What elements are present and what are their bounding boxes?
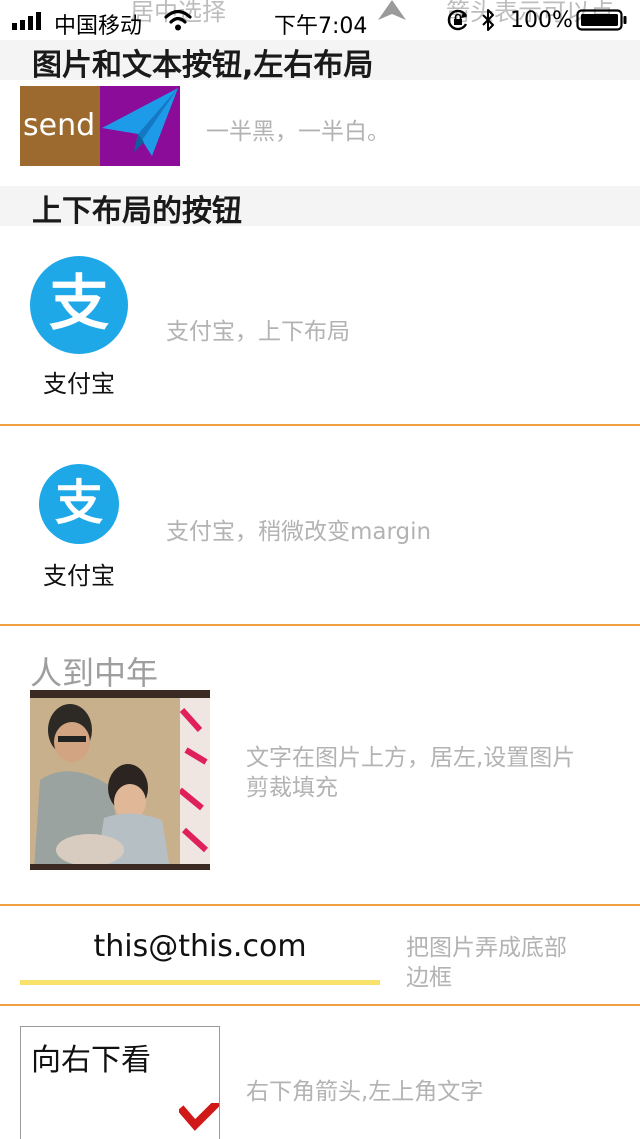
- carrier-name: 中国移动: [54, 14, 143, 39]
- alipay-button-vertical[interactable]: 支 支付宝: [30, 256, 128, 398]
- alipay-icon: 支: [30, 256, 128, 354]
- signal-strength-icon: [12, 12, 41, 30]
- alipay-button-margin[interactable]: 支 支付宝: [30, 464, 128, 590]
- email-row-description-line2: 边框: [406, 965, 452, 991]
- arrow-row-description: 右下角箭头,左上角文字: [246, 1079, 484, 1105]
- section-title-image-text: 图片和文本按钮,左右布局: [32, 48, 374, 83]
- paper-plane-icon: [102, 88, 178, 156]
- nav-up-arrow-icon[interactable]: [376, 0, 408, 20]
- row-divider: [0, 1004, 640, 1006]
- alipay-row-1-description: 支付宝，上下布局: [166, 319, 350, 345]
- row-divider: [0, 624, 640, 626]
- alipay-icon: 支: [39, 464, 119, 544]
- alipay-icon-glyph: 支: [49, 269, 109, 339]
- battery-percent: 100%: [510, 8, 573, 33]
- send-button-label: send: [23, 108, 96, 143]
- battery-icon: [576, 9, 627, 31]
- alipay-label: 支付宝: [43, 370, 115, 398]
- email-row-description-line1: 把图片弄成底部: [406, 935, 567, 961]
- poster-row-description-line2: 剪裁填充: [246, 775, 338, 801]
- alipay-row-2-description: 支付宝，稍微改变margin: [166, 519, 432, 545]
- alipay-label: 支付宝: [43, 562, 115, 590]
- arrow-down-right-icon: [179, 1103, 219, 1131]
- poster-button[interactable]: 人到中年: [30, 648, 212, 872]
- send-button[interactable]: send: [20, 86, 180, 166]
- alipay-icon-glyph: 支: [54, 475, 103, 531]
- row-divider: [0, 424, 640, 426]
- wifi-icon: [164, 9, 192, 31]
- email-field[interactable]: [20, 916, 380, 976]
- row-divider: [0, 904, 640, 906]
- email-field-bottom-border: [20, 980, 380, 985]
- look-bottom-right-label: 向右下看: [31, 1043, 151, 1078]
- section-title-vertical: 上下布局的按钮: [32, 194, 242, 229]
- clock: 下午7:04: [274, 14, 368, 39]
- look-bottom-right-button[interactable]: 向右下看: [20, 1026, 220, 1139]
- poster-row-description-line1: 文字在图片上方，居左,设置图片: [246, 745, 576, 771]
- orientation-lock-icon: [447, 9, 468, 31]
- send-row-description: 一半黑，一半白。: [206, 119, 390, 145]
- bluetooth-icon: [482, 9, 494, 31]
- poster-image: [30, 690, 210, 870]
- poster-title: 人到中年: [30, 654, 159, 692]
